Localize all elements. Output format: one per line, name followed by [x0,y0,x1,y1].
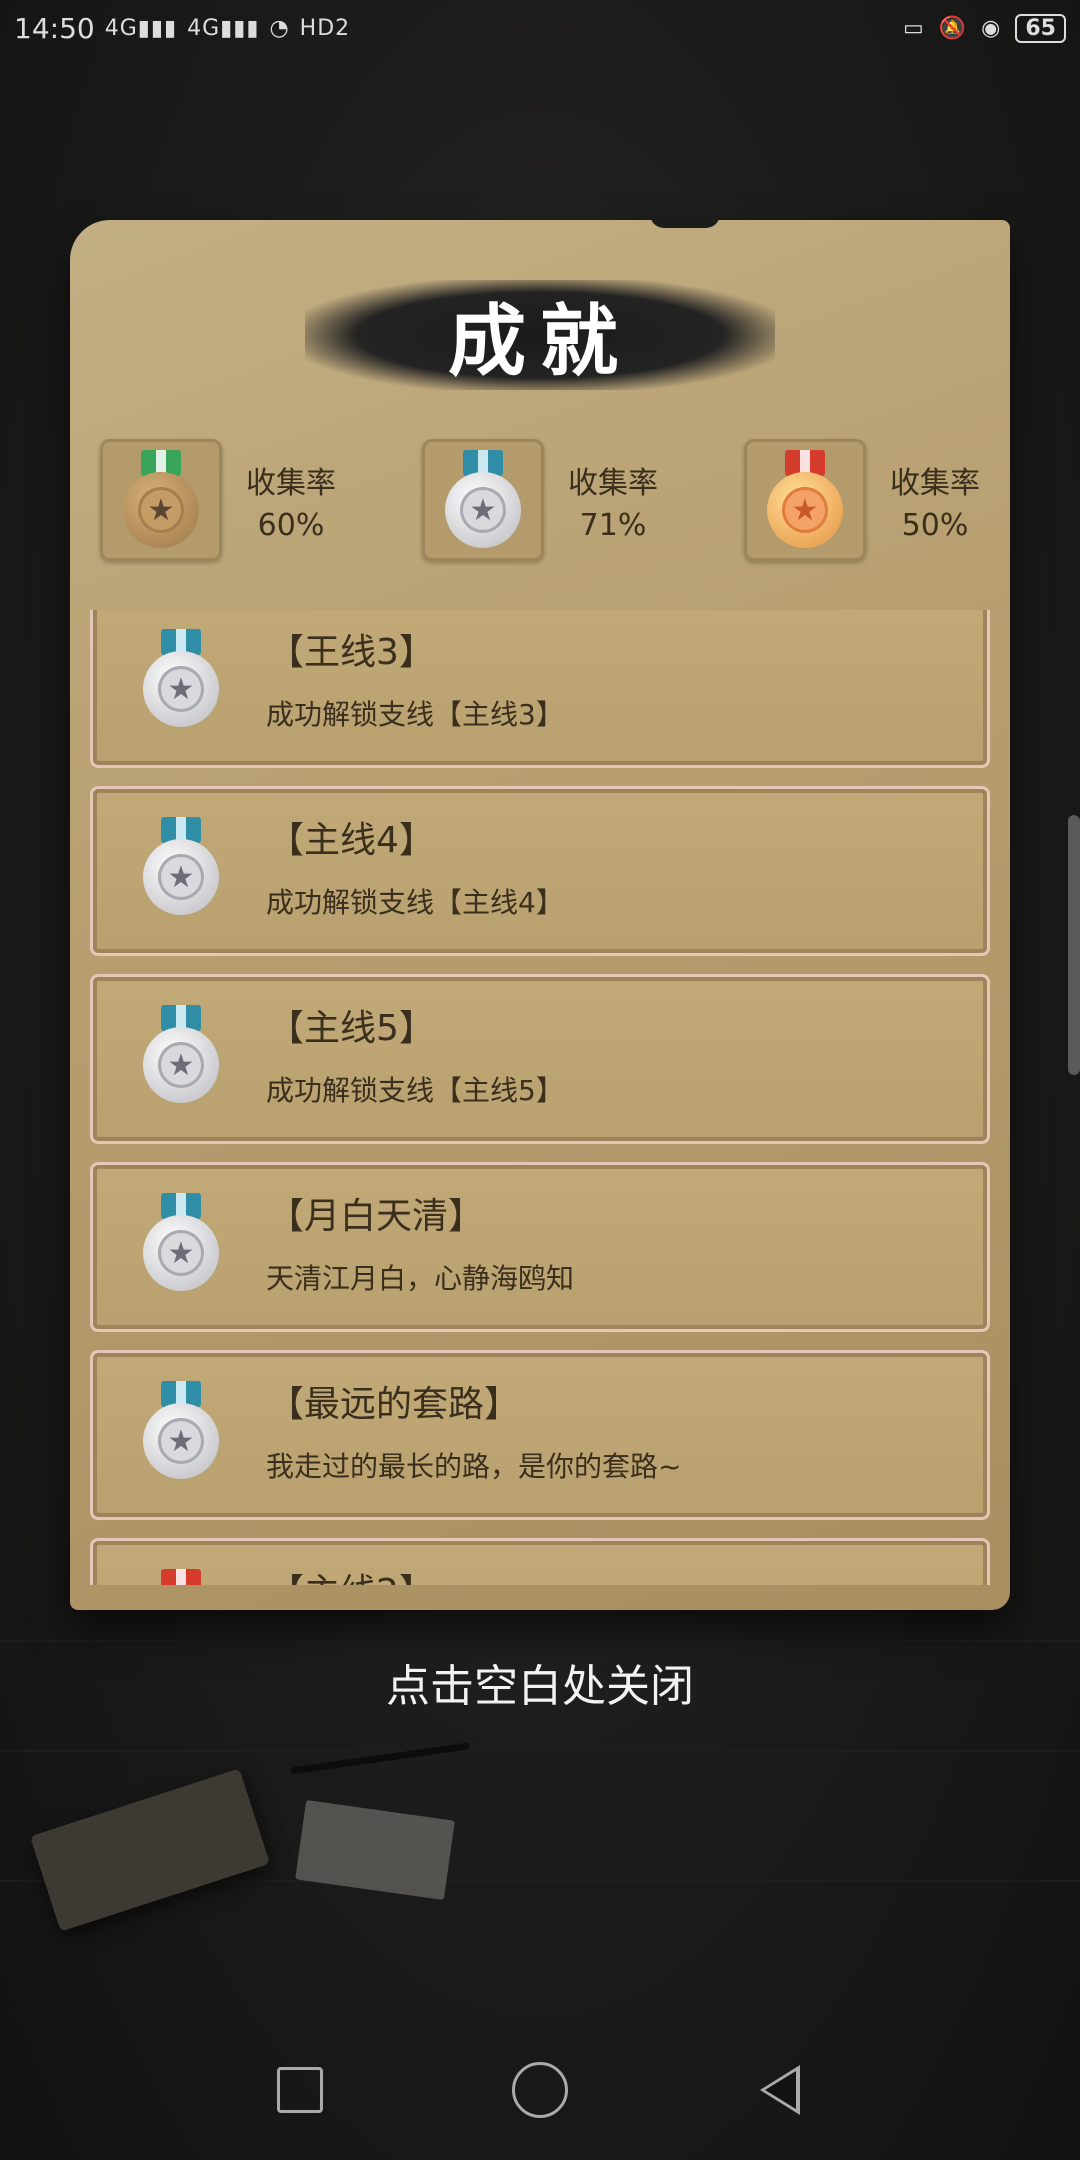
list-item[interactable]: ★ 【主线2】 [90,1538,990,1585]
title-banner: 成就 [305,280,775,390]
bronze-medal-icon: ★ [121,450,201,550]
medal-box: ★ [100,439,222,561]
item-desc: 我走过的最长的路，是你的套路~ [266,1450,682,1483]
notebook-decor [29,1768,271,1932]
item-title: 【月白天清】 [268,1196,485,1237]
stat-value: 50% [901,507,969,543]
signal-icon: 4G▮▮▮ [104,15,178,41]
stat-label: 收集率 [890,465,980,501]
item-desc: 成功解锁支线【主线4】 [266,886,564,919]
stat-label: 收集率 [568,465,658,501]
item-desc: 成功解锁支线【主线5】 [266,1074,564,1107]
edge-handle[interactable] [1068,815,1080,1075]
collection-stats: ★ 收集率 60% ★ 收集率 71% ★ 收集率 50% [100,435,980,565]
paper-decor [295,1799,455,1901]
square-icon [277,2067,323,2113]
navigation-bar [0,2020,1080,2160]
close-hint[interactable]: 点击空白处关闭 [0,1650,1080,1714]
battery-icon: 65 [1015,13,1066,43]
achievement-list[interactable]: ★ 【王线3】 成功解锁支线【主线3】 ★ 【主线4】 成功解锁支线【主线4】 … [90,610,990,1585]
silent-icon: 🔕 [938,15,968,41]
cast-icon: ▭ [902,15,925,41]
stat-label: 收集率 [246,465,336,501]
achievement-panel: 成就 ★ 收集率 60% ★ 收集率 71% ★ 收集率 50% ★ 【王线3】… [70,214,1010,1610]
list-item[interactable]: ★ 【主线4】 成功解锁支线【主线4】 [90,786,990,956]
silver-medal-icon: ★ [141,1005,221,1105]
silver-medal-icon: ★ [141,817,221,917]
list-item[interactable]: ★ 【主线5】 成功解锁支线【主线5】 [90,974,990,1144]
triangle-back-icon [760,2065,800,2115]
hd-icon: HD2 [299,15,351,41]
back-button[interactable] [740,2050,820,2130]
list-item[interactable]: ★ 【月白天清】 天清江月白，心静海鸥知 [90,1162,990,1332]
silver-medal-icon: ★ [141,1193,221,1293]
item-desc: 成功解锁支线【主线3】 [266,698,564,731]
item-title: 【主线5】 [268,1008,435,1049]
circle-icon [512,2062,568,2118]
gold-medal-icon: ★ [141,1569,221,1585]
floor-line [0,1640,1080,1642]
stat-value: 60% [257,507,325,543]
stat-bronze: ★ 收集率 60% [100,435,336,565]
clock: 14:50 [14,11,95,45]
list-item[interactable]: ★ 【最远的套路】 我走过的最长的路，是你的套路~ [90,1350,990,1520]
stat-value: 71% [579,507,647,543]
stat-silver: ★ 收集率 71% [422,435,658,565]
item-title: 【主线2】 [268,1563,435,1585]
gold-medal-icon: ★ [765,450,845,550]
item-title: 【最远的套路】 [268,1384,521,1425]
pen-decor [290,1742,470,1775]
panel-title: 成就 [447,296,632,387]
medal-box: ★ [744,439,866,561]
status-bar: 14:50 4G▮▮▮ 4G▮▮▮ ◔ HD2 ▭ 🔕 ◉ 65 [0,0,1080,56]
item-title: 【王线3】 [268,632,435,673]
item-desc: 天清江月白，心静海鸥知 [266,1262,575,1295]
panel-notch [650,214,720,228]
silver-medal-icon: ★ [141,629,221,729]
lock-rotation-icon: ◉ [981,15,1002,41]
list-item[interactable]: ★ 【王线3】 成功解锁支线【主线3】 [90,610,990,768]
home-button[interactable] [500,2050,580,2130]
silver-medal-icon: ★ [443,450,523,550]
medal-box: ★ [422,439,544,561]
item-title: 【主线4】 [268,820,435,861]
stat-gold: ★ 收集率 50% [744,435,980,565]
wifi-icon: ◔ [269,15,290,41]
signal-icon: 4G▮▮▮ [187,15,260,41]
floor-line [0,1750,1080,1752]
silver-medal-icon: ★ [141,1381,221,1481]
recents-button[interactable] [260,2050,340,2130]
